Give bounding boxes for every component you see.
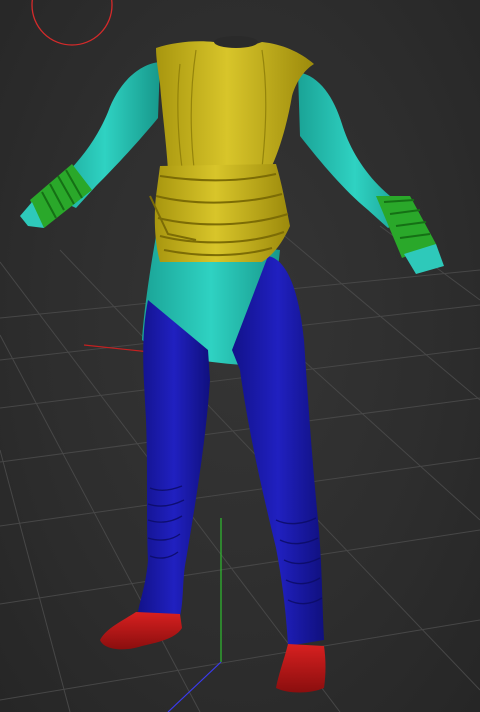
3d-viewport[interactable] — [0, 0, 480, 712]
z-axis-line — [167, 661, 222, 712]
rotate-gizmo-icon[interactable] — [31, 0, 113, 46]
right-boot — [276, 644, 326, 693]
outfit-model[interactable] — [20, 36, 444, 693]
neck-opening — [214, 36, 258, 48]
x-axis-line — [83, 344, 151, 353]
left-boot — [100, 612, 182, 650]
pants-left-leg — [138, 300, 210, 616]
